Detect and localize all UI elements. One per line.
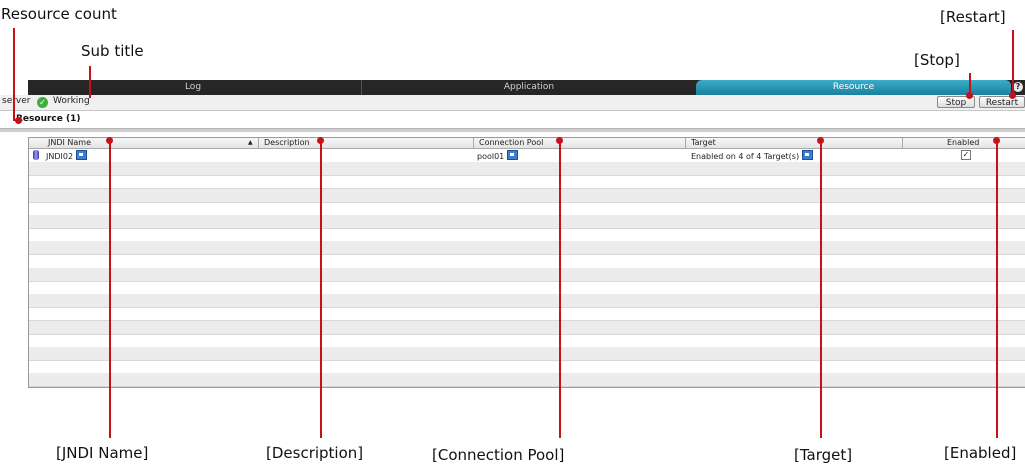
callout-resource-count: Resource count (1, 5, 117, 23)
column-divider (902, 138, 903, 148)
marker-dot-restart (1009, 92, 1016, 99)
callout-description: [Description] (266, 444, 364, 462)
tab-log[interactable]: Log (28, 80, 358, 95)
table-row (29, 294, 1025, 309)
table-row (29, 215, 1025, 229)
marker-dot-target (817, 137, 824, 144)
callout-jndi-name: [JNDI Name] (56, 444, 149, 462)
column-divider (473, 138, 474, 148)
leader-line-resource-count (13, 28, 15, 121)
target-cell: Enabled on 4 of 4 Target(s) (691, 150, 814, 162)
marker-dot-jndi-name (106, 137, 113, 144)
connection-pool-text: pool01 (477, 152, 505, 161)
callout-target: [Target] (794, 446, 853, 464)
column-header-description[interactable]: Description (264, 138, 310, 148)
table-row (29, 175, 1025, 190)
leader-line-target (820, 140, 822, 438)
sort-ascending-icon[interactable]: ▲ (248, 138, 253, 148)
restart-button[interactable]: Restart (979, 96, 1025, 108)
marker-dot-description (317, 137, 324, 144)
tab-bar: Log Application Resource ? (28, 80, 1025, 95)
marker-dot-enabled (993, 137, 1000, 144)
leader-line-jndi-name (109, 140, 111, 438)
marker-dot-stop (966, 92, 973, 99)
connection-pool-cell: pool01 (477, 150, 519, 162)
table-row (29, 373, 1025, 387)
table-row (29, 241, 1025, 256)
jndi-name-text: JNDI02 (46, 152, 74, 161)
enabled-checkbox[interactable]: ✓ (961, 150, 971, 160)
resource-count-title: Resource (1) (16, 114, 81, 124)
tab-application[interactable]: Application (362, 80, 696, 95)
table-row (29, 267, 1025, 282)
callout-enabled: [Enabled] (944, 444, 1017, 462)
table-row[interactable]: JNDI02 pool01 Enabled on 4 of 4 Target(s) ✓ (29, 149, 1025, 163)
section-divider (0, 128, 1025, 132)
jndi-name-cell: JNDI02 (46, 150, 88, 162)
tab-resource[interactable]: Resource (696, 80, 1011, 95)
table-row (29, 281, 1025, 295)
check-circle-icon: ✓ (37, 97, 48, 108)
column-header-enabled[interactable]: Enabled (947, 138, 979, 148)
column-divider (685, 138, 686, 148)
table-row (29, 255, 1025, 269)
column-header-jndi-name[interactable]: JNDI Name (48, 138, 91, 148)
table-row (29, 228, 1025, 243)
table-row (29, 307, 1025, 322)
marker-dot-connection-pool (556, 137, 563, 144)
callout-restart: [Restart] (940, 8, 1006, 26)
table-header: JNDI Name ▲ Description Connection Pool … (29, 138, 1025, 149)
table-row (29, 320, 1025, 335)
leader-line-sub-title (89, 66, 91, 98)
help-icon[interactable]: ? (1013, 82, 1023, 92)
table-row (29, 162, 1025, 177)
table-row (29, 188, 1025, 203)
leader-line-enabled (996, 140, 998, 438)
leader-line-description (320, 140, 322, 438)
column-divider (258, 138, 259, 148)
database-icon (33, 150, 39, 160)
table-row (29, 360, 1025, 375)
resource-table: JNDI Name ▲ Description Connection Pool … (28, 137, 1025, 388)
callout-connection-pool: [Connection Pool] (432, 446, 565, 464)
callout-stop: [Stop] (914, 51, 960, 69)
callout-sub-title: Sub title (81, 42, 144, 60)
leader-line-restart (1012, 30, 1014, 96)
link-icon[interactable] (802, 150, 814, 160)
table-row (29, 347, 1025, 361)
link-icon[interactable] (76, 150, 88, 160)
table-row (29, 202, 1025, 216)
link-icon[interactable] (507, 150, 519, 160)
table-row (29, 334, 1025, 348)
target-text: Enabled on 4 of 4 Target(s) (691, 152, 800, 161)
leader-line-connection-pool (559, 140, 561, 438)
server-label: server (2, 96, 31, 106)
subtitle-bar: server ✓ Working (0, 95, 1025, 111)
column-header-target[interactable]: Target (691, 138, 716, 148)
marker-dot-resource-count (15, 117, 22, 124)
column-header-connection-pool[interactable]: Connection Pool (479, 138, 543, 148)
status-text: Working (53, 96, 90, 106)
